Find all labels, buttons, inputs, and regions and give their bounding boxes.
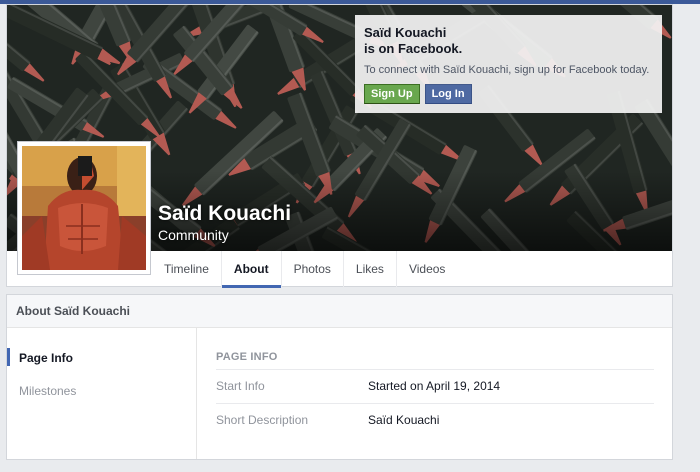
active-item-marker: [7, 348, 10, 366]
page-tabs: Timeline About Photos Likes Videos: [152, 251, 457, 288]
divider: [216, 403, 654, 404]
divider: [216, 369, 654, 370]
tab-timeline[interactable]: Timeline: [152, 251, 222, 287]
profile-picture: [22, 146, 146, 270]
join-facebook-box: Saïd Kouachi is on Facebook. To connect …: [355, 15, 662, 113]
cover-section: Saïd Kouachi is on Facebook. To connect …: [6, 4, 673, 288]
avatar[interactable]: [17, 141, 151, 275]
tab-likes[interactable]: Likes: [344, 251, 397, 287]
section-title: PAGE INFO: [216, 351, 278, 363]
about-panel: About Saïd Kouachi Page Info Milestones …: [6, 294, 673, 460]
page-info-section: PAGE INFO Start Info Started on April 19…: [216, 328, 654, 459]
about-sidebar: Page Info Milestones: [7, 328, 197, 459]
join-subtitle: To connect with Saïd Kouachi, sign up fo…: [364, 64, 650, 76]
page-category[interactable]: Community: [158, 227, 229, 243]
start-info-label: Start Info: [216, 379, 265, 393]
short-description-label: Short Description: [216, 413, 309, 427]
sidebar-item-milestones[interactable]: Milestones: [19, 384, 76, 398]
start-info-value: Started on April 19, 2014: [368, 379, 501, 393]
tab-videos[interactable]: Videos: [397, 251, 457, 287]
sign-up-button[interactable]: Sign Up: [364, 84, 420, 104]
tab-photos[interactable]: Photos: [282, 251, 344, 287]
page-name[interactable]: Saïd Kouachi: [158, 202, 291, 226]
sidebar-item-page-info[interactable]: Page Info: [19, 351, 73, 365]
log-in-button[interactable]: Log In: [424, 84, 472, 104]
short-description-value: Saïd Kouachi: [368, 413, 440, 427]
tab-about[interactable]: About: [221, 251, 282, 288]
about-header: About Saïd Kouachi: [7, 295, 672, 328]
join-title: Saïd Kouachi is on Facebook.: [364, 25, 463, 56]
